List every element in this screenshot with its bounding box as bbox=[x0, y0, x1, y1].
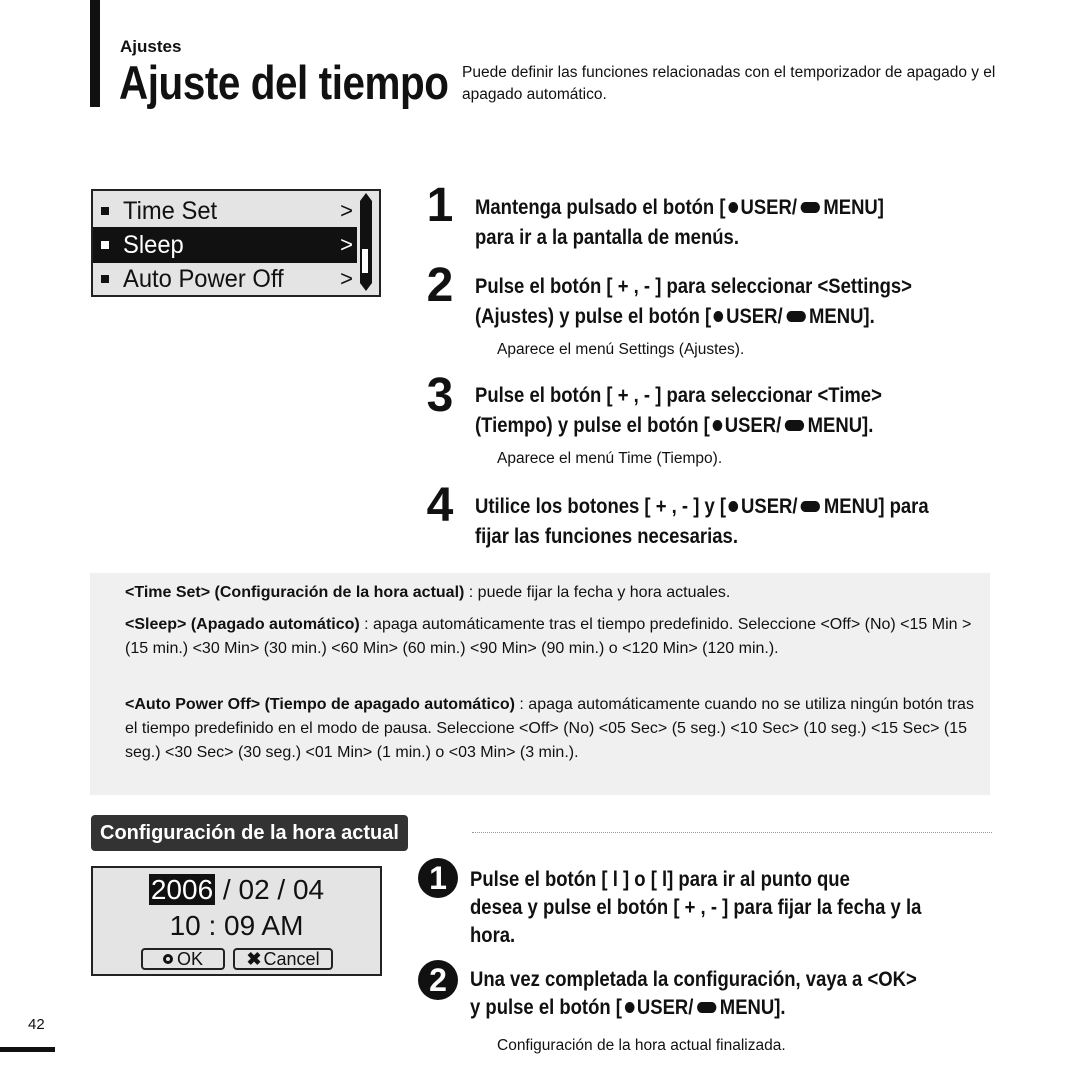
scrollbar[interactable] bbox=[359, 193, 373, 293]
step-number: 1 bbox=[426, 179, 454, 232]
step-2-note: Aparece el menú Settings (Ajustes). bbox=[497, 341, 745, 358]
header-bar bbox=[90, 0, 100, 107]
page-title: Ajuste del tiempo bbox=[119, 56, 449, 109]
step-3-note: Aparece el menú Time (Tiempo). bbox=[497, 450, 723, 467]
close-icon: ✖ bbox=[246, 948, 262, 969]
step-number: 3 bbox=[426, 369, 454, 422]
menu-item-label: Auto Power Off bbox=[123, 264, 284, 293]
user-button-icon bbox=[728, 501, 739, 512]
scroll-down-arrow-icon[interactable] bbox=[360, 283, 372, 291]
month-day-field[interactable]: / 02 / 04 bbox=[215, 874, 324, 905]
menu-item-time-set[interactable]: Time Set > bbox=[93, 193, 357, 229]
menu-button-icon bbox=[696, 1002, 717, 1013]
step-3-text: Pulse el botón [ + , - ] para selecciona… bbox=[475, 384, 882, 437]
ok-button[interactable]: OK bbox=[141, 948, 225, 970]
chevron-right-icon: > bbox=[340, 232, 353, 257]
cancel-button[interactable]: ✖ Cancel bbox=[233, 948, 333, 970]
dotted-divider bbox=[472, 832, 992, 833]
chevron-right-icon: > bbox=[340, 198, 353, 223]
sub-step-2-note: Configuración de la hora actual finaliza… bbox=[497, 1037, 786, 1054]
circled-step-number: 1 bbox=[418, 858, 458, 898]
date-line: 2006 / 02 / 04 bbox=[93, 874, 380, 906]
menu-item-auto-power-off[interactable]: Auto Power Off > bbox=[93, 261, 357, 297]
circled-step-number: 2 bbox=[418, 960, 458, 1000]
sub-step-1-text: Pulse el botón [ l ] o [ l] para ir al p… bbox=[470, 868, 922, 947]
user-button-icon bbox=[624, 1002, 635, 1013]
step-1-text: Mantenga pulsado el botón [USER/MENU] pa… bbox=[475, 196, 884, 249]
menu-button-icon bbox=[784, 420, 805, 431]
info-sleep: <Sleep> (Apagado automático) : apaga aut… bbox=[125, 616, 972, 657]
info-auto-power-off: <Auto Power Off> (Tiempo de apagado auto… bbox=[125, 696, 974, 761]
bullet-icon bbox=[101, 207, 109, 215]
date-time-screen: 2006 / 02 / 04 10 : 09 AM OK ✖ Cancel bbox=[91, 866, 382, 976]
footer-rule bbox=[0, 1047, 55, 1052]
chevron-right-icon: > bbox=[340, 266, 353, 291]
menu-button-icon bbox=[801, 501, 821, 512]
user-button-icon bbox=[728, 202, 738, 213]
year-field[interactable]: 2006 bbox=[148, 874, 216, 905]
intro-text: Puede definir las funciones relacionadas… bbox=[462, 64, 996, 103]
info-time-set: <Time Set> (Configuración de la hora act… bbox=[125, 584, 731, 601]
step-number: 4 bbox=[426, 479, 454, 532]
menu-screen: Time Set > Sleep > Auto Power Off > bbox=[91, 189, 381, 297]
subsection-heading: Configuración de la hora actual bbox=[91, 815, 408, 851]
circle-icon bbox=[162, 954, 173, 964]
step-2-text: Pulse el botón [ + , - ] para selecciona… bbox=[475, 275, 912, 328]
user-button-icon bbox=[712, 420, 723, 431]
step-4-text: Utilice los botones [ + , - ] y [USER/ME… bbox=[475, 495, 929, 548]
menu-item-sleep[interactable]: Sleep > bbox=[93, 227, 357, 263]
menu-button-icon bbox=[786, 311, 806, 322]
bullet-icon bbox=[101, 275, 109, 283]
time-field[interactable]: 10 : 09 AM bbox=[93, 910, 380, 942]
section-label: Ajustes bbox=[120, 37, 182, 56]
step-number: 2 bbox=[426, 259, 454, 312]
menu-item-label: Sleep bbox=[123, 230, 184, 259]
menu-item-label: Time Set bbox=[123, 196, 218, 225]
sub-step-2-text: Una vez completada la configuración, vay… bbox=[470, 968, 917, 1019]
page-number: 42 bbox=[28, 1016, 45, 1033]
menu-button-icon bbox=[800, 202, 820, 213]
user-button-icon bbox=[713, 311, 724, 322]
scroll-up-arrow-icon[interactable] bbox=[360, 193, 372, 201]
scroll-thumb[interactable] bbox=[362, 248, 368, 273]
info-box: <Time Set> (Configuración de la hora act… bbox=[90, 573, 990, 795]
bullet-icon bbox=[101, 241, 109, 249]
